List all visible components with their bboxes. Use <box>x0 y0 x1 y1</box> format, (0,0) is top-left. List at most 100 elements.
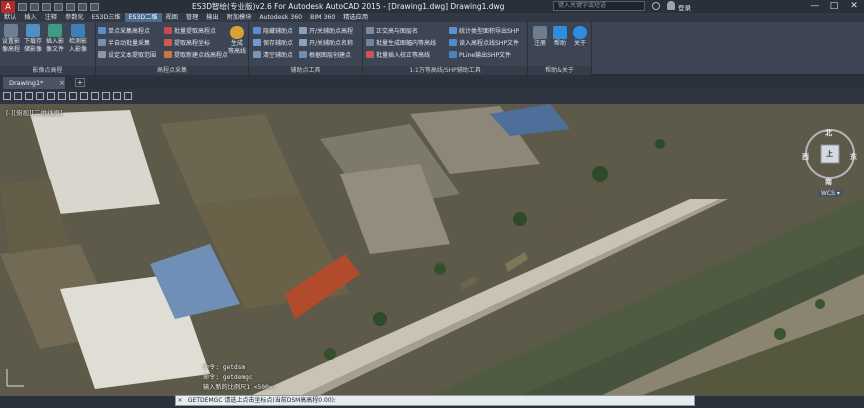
redo-icon[interactable] <box>90 2 99 11</box>
compass-south[interactable]: 南 <box>825 177 832 187</box>
tab-es3d-2d[interactable]: ES3D二维 <box>124 13 162 22</box>
tab-default[interactable]: 默认 <box>0 13 20 22</box>
export-area-shp-button[interactable]: 统计类型面积导出SHP <box>449 26 519 35</box>
erase-tool-icon[interactable] <box>124 92 132 100</box>
command-prompt: GETDEMGC 请选上点击坐标点(当前DSM高高程0.00): <box>187 397 337 404</box>
close-button[interactable]: ✕ <box>845 0 863 12</box>
select-icon[interactable] <box>3 92 11 100</box>
panel-aux-points: 隐藏辅助点 保存辅助点 清空辅助点 开/关辅助点高程 开/关辅助点名称 根据图层… <box>249 22 363 75</box>
zoom-icon[interactable] <box>25 92 33 100</box>
aerial-image <box>0 104 864 396</box>
circle-tool-icon[interactable] <box>91 92 99 100</box>
viewport-controls-label[interactable]: [-][俯视][二维线框] <box>6 107 63 117</box>
point-icon <box>98 27 106 34</box>
tab-addins[interactable]: 附加模块 <box>223 13 256 22</box>
tab-annotate[interactable]: 注释 <box>41 13 61 22</box>
drawing-viewport[interactable]: [-][俯视][二维线框] 北 南 西 东 上 WCS ▾ 命令: getdsm… <box>0 104 864 396</box>
batch-insert-contour-button[interactable]: 批量插入校正等高线 <box>366 50 430 59</box>
button-label: 设定文本提取范围 <box>108 52 157 59</box>
read-shp-button[interactable]: 读入高程点线SHP文件 <box>449 38 519 47</box>
polyline-tool-icon[interactable] <box>69 92 77 100</box>
hide-aux-points-button[interactable]: 隐藏辅助点 <box>253 26 293 35</box>
new-file-icon[interactable] <box>18 2 27 11</box>
tab-insert[interactable]: 插入 <box>20 13 40 22</box>
tab-featured-apps[interactable]: 精选应用 <box>339 13 372 22</box>
set-image-elevation-button[interactable]: 设置影 像高程 <box>1 24 21 54</box>
about-button[interactable]: 关于 <box>571 26 589 48</box>
button-label: 下载存 <box>23 38 42 45</box>
register-button[interactable]: 注册 <box>531 26 549 48</box>
generate-contour-button[interactable]: 生成 等高线 <box>226 26 248 56</box>
panel-title: 高程点采集 <box>96 66 248 75</box>
save-as-icon[interactable] <box>54 2 63 11</box>
viewcube-top-face[interactable]: 上 <box>826 149 833 159</box>
rotate-tool-icon[interactable] <box>113 92 121 100</box>
compass-west[interactable]: 西 <box>802 152 809 162</box>
command-line[interactable]: ✕ GETDEMGC 请选上点击坐标点(当前DSM高高程0.00): <box>175 395 695 406</box>
batch-generate-contour-button[interactable]: 批量生成图幅内等高线 <box>366 38 436 47</box>
add-tab-button[interactable]: + <box>75 78 85 87</box>
undo-icon[interactable] <box>78 2 87 11</box>
image-insert-icon <box>48 24 62 37</box>
insert-image-button[interactable]: 插入影 像文件 <box>45 24 65 54</box>
close-command-icon[interactable]: ✕ <box>176 396 184 405</box>
download-image-button[interactable]: 下载存 储影像 <box>23 24 43 54</box>
maximize-button[interactable]: □ <box>825 0 843 12</box>
line-tool-icon[interactable] <box>58 92 66 100</box>
rectangle-tool-icon[interactable] <box>80 92 88 100</box>
tab-output[interactable]: 输出 <box>202 13 222 22</box>
button-label: 隐藏辅助点 <box>263 28 294 35</box>
user-icon[interactable] <box>667 1 675 10</box>
tab-bim-360[interactable]: BIM 360 <box>306 13 339 22</box>
extract-coords-button[interactable]: 提取高程坐标 <box>164 38 210 47</box>
wcs-menu[interactable]: WCS ▾ <box>818 190 843 197</box>
help-button[interactable]: 帮助 <box>551 26 569 48</box>
pan-icon[interactable] <box>36 92 44 100</box>
move-tool-icon[interactable] <box>102 92 110 100</box>
tab-es3d-3d[interactable]: ES3D三维 <box>88 13 125 22</box>
check-image-button[interactable]: 检测影 入影像 <box>67 24 89 54</box>
extract-new-line-button[interactable]: 提取新建点线高程点 <box>164 50 228 59</box>
tab-manage[interactable]: 管理 <box>182 13 202 22</box>
toggle-aux-elevation-button[interactable]: 开/关辅助点高程 <box>299 26 353 35</box>
batch-extract-button[interactable]: 批量提取高程点 <box>164 26 216 35</box>
button-label: 读入高程点线SHP文件 <box>459 40 519 47</box>
point-tool-icon[interactable] <box>47 92 55 100</box>
search-icon[interactable] <box>652 2 660 10</box>
toggle-icon <box>299 27 307 34</box>
open-file-icon[interactable] <box>30 2 39 11</box>
compass-east[interactable]: 东 <box>850 152 857 162</box>
button-label: 像文件 <box>45 46 64 53</box>
autocad-logo-icon[interactable]: A <box>1 0 15 13</box>
tab-parametric[interactable]: 参数化 <box>61 13 88 22</box>
ribbon: 设置影 像高程 下载存 储影像 插入影 像文件 检测影 入影像 影像点高程 单点… <box>0 22 864 75</box>
button-label: 提取新建点线高程点 <box>174 52 229 59</box>
tab-drawing1[interactable]: Drawing1* × <box>3 77 65 89</box>
print-icon[interactable] <box>66 2 75 11</box>
tab-view[interactable]: 视图 <box>162 13 182 22</box>
snap-icon[interactable] <box>14 92 22 100</box>
button-label: 开/关辅助点名称 <box>309 40 354 47</box>
minimize-button[interactable]: — <box>806 0 824 12</box>
button-label: PLine输出SHP文件 <box>459 52 512 59</box>
button-label: 批量提取高程点 <box>174 28 217 35</box>
set-text-range-button[interactable]: 设定文本提取范围 <box>98 50 156 59</box>
compass-north[interactable]: 北 <box>825 128 832 138</box>
save-icon[interactable] <box>42 2 51 11</box>
semi-auto-collect-button[interactable]: 半自动批量采集 <box>98 38 150 47</box>
pline-export-shp-button[interactable]: PLine输出SHP文件 <box>449 50 511 59</box>
save-aux-points-button[interactable]: 保存辅助点 <box>253 38 293 47</box>
clear-aux-points-button[interactable]: 清空辅助点 <box>253 50 293 59</box>
close-tab-icon[interactable]: × <box>59 77 65 89</box>
search-input[interactable]: 键入关键字或短语 <box>553 1 645 11</box>
create-from-layer-button[interactable]: 根据图层创建点 <box>299 50 351 59</box>
command-history-line: 命令: getdemgc <box>203 374 253 381</box>
orthogonal-layer-button[interactable]: 正交高与图层名 <box>366 26 418 35</box>
single-point-collect-button[interactable]: 单点采集高程点 <box>98 26 150 35</box>
tab-autodesk-360[interactable]: Autodesk 360 <box>255 13 306 22</box>
toggle-aux-name-button[interactable]: 开/关辅助点名称 <box>299 38 353 47</box>
button-label: 关于 <box>573 40 586 47</box>
info-icon <box>573 26 587 39</box>
title-bar: A ES3D智绘(专业版)v2.6 For Autodesk AutoCAD 2… <box>0 0 864 13</box>
login-button[interactable]: 登录 <box>678 2 691 12</box>
